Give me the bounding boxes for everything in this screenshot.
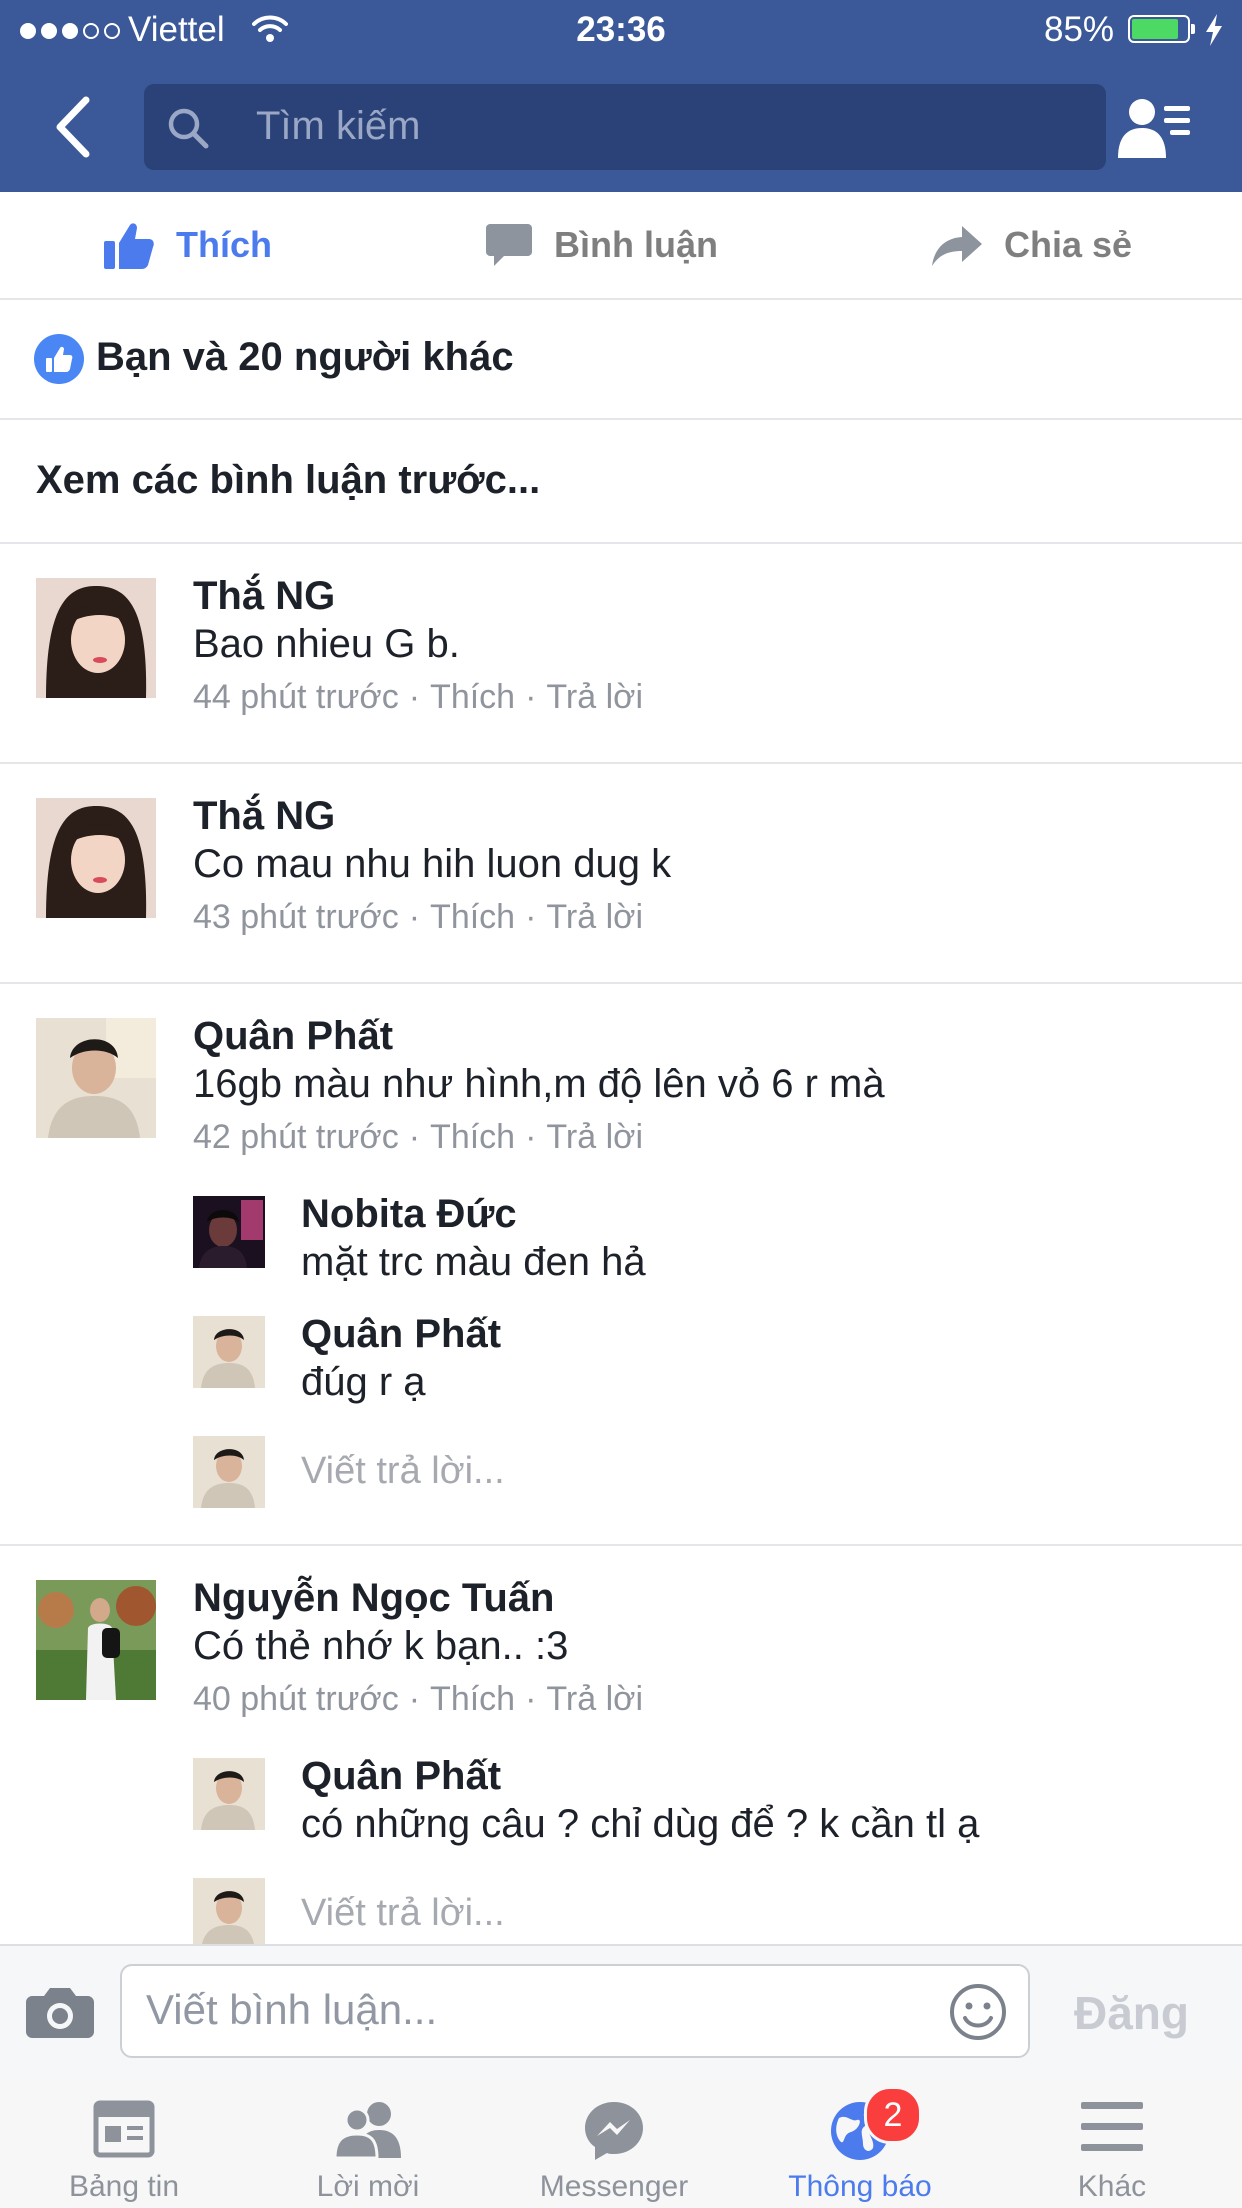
tab-label: Khác bbox=[1077, 2170, 1147, 2203]
post-actions-bar: Thích Bình luận Chia sẻ bbox=[0, 192, 1242, 300]
search-input[interactable]: Tìm kiếm bbox=[144, 84, 1106, 170]
tab-more[interactable]: Khác bbox=[988, 2078, 1236, 2208]
share-label: Chia sẻ bbox=[1004, 224, 1133, 265]
comment-author[interactable]: Thắ NG bbox=[193, 574, 335, 619]
comment-author[interactable]: Thắ NG bbox=[193, 794, 335, 839]
top-header: Viettel 23:36 85% Tìm kiếm bbox=[0, 0, 1242, 192]
comment-like-link[interactable]: Thích bbox=[430, 1680, 515, 1718]
tab-news-feed[interactable]: Bảng tin bbox=[0, 2078, 248, 2208]
comment-label: Bình luận bbox=[554, 224, 718, 265]
comment-meta: 42 phút trước · Thích · Trả lời bbox=[193, 1118, 644, 1156]
avatar[interactable] bbox=[193, 1758, 265, 1830]
comment-reply-link[interactable]: Trả lời bbox=[546, 898, 643, 936]
tab-label: Lời mời bbox=[316, 2170, 420, 2203]
avatar[interactable] bbox=[36, 1580, 156, 1700]
friend-requests-icon bbox=[1118, 99, 1190, 158]
back-button[interactable] bbox=[50, 92, 110, 162]
reply-text: mặt trc màu đen hả bbox=[301, 1240, 646, 1284]
camera-icon bbox=[26, 1988, 94, 2038]
comment-item: Nguyễn Ngọc Tuấn Có thẻ nhớ k bạn.. :3 4… bbox=[0, 1546, 1242, 1944]
comment-time: 40 phút trước bbox=[193, 1680, 399, 1718]
comment-item: Thắ NG Co mau nhu hih luon dug k 43 phút… bbox=[0, 764, 1242, 982]
comment-like-link[interactable]: Thích bbox=[430, 1118, 515, 1156]
battery-percent: 85% bbox=[1044, 10, 1115, 49]
thumbs-up-icon bbox=[104, 223, 154, 269]
tab-bar: Bảng tin Lời mời Messenger 2 Thông báo K… bbox=[0, 2078, 1242, 2208]
globe-notifications-icon bbox=[736, 2100, 984, 2164]
comment-composer: Viết bình luận... Đăng bbox=[0, 1944, 1242, 2080]
reply-author[interactable]: Quân Phất bbox=[301, 1312, 501, 1357]
battery-icon bbox=[1128, 15, 1190, 43]
tab-label: Messenger bbox=[539, 2170, 689, 2203]
comment-time: 43 phút trước bbox=[193, 898, 399, 936]
reply-author[interactable]: Quân Phất bbox=[301, 1754, 501, 1799]
comment-author[interactable]: Quân Phất bbox=[193, 1014, 393, 1059]
comment-author[interactable]: Nguyễn Ngọc Tuấn bbox=[193, 1576, 554, 1621]
comment-reply-link[interactable]: Trả lời bbox=[546, 1680, 643, 1718]
comment-button[interactable]: Bình luận bbox=[486, 192, 718, 298]
comment-time: 44 phút trước bbox=[193, 678, 399, 716]
emoji-button[interactable] bbox=[948, 1982, 1008, 2047]
tab-messenger[interactable]: Messenger bbox=[490, 2078, 738, 2208]
chevron-left-icon bbox=[56, 96, 90, 158]
comment-item: Thắ NG Bao nhieu G b. 44 phút trước · Thíc… bbox=[0, 544, 1242, 762]
avatar[interactable] bbox=[193, 1196, 265, 1268]
write-reply-input[interactable]: Viết trả lời... bbox=[301, 1450, 505, 1493]
news-feed-icon bbox=[0, 2100, 248, 2164]
comment-text: Co mau nhu hih luon dug k bbox=[193, 842, 672, 886]
search-placeholder: Tìm kiếm bbox=[256, 104, 421, 148]
avatar bbox=[193, 1878, 265, 1944]
comment-placeholder: Viết bình luận... bbox=[146, 1986, 438, 2033]
comment-text: Bao nhieu G b. bbox=[193, 622, 460, 666]
comment-text: Có thẻ nhớ k bạn.. :3 bbox=[193, 1624, 569, 1668]
avatar bbox=[193, 1436, 265, 1508]
avatar[interactable] bbox=[36, 798, 156, 918]
avatar[interactable] bbox=[36, 578, 156, 698]
like-button[interactable]: Thích bbox=[104, 192, 272, 298]
friend-requests-icon bbox=[244, 2100, 492, 2164]
comment-reply-link[interactable]: Trả lời bbox=[546, 678, 643, 716]
comment-meta: 44 phút trước · Thích · Trả lời bbox=[193, 678, 644, 716]
comment-like-link[interactable]: Thích bbox=[430, 898, 515, 936]
post-button[interactable]: Đăng bbox=[1074, 1986, 1189, 2040]
comment-input[interactable]: Viết bình luận... bbox=[120, 1964, 1030, 2058]
reply-text: có những câu ? chỉ dùg để ? k cần tl ạ bbox=[301, 1802, 980, 1846]
messenger-icon bbox=[490, 2100, 738, 2164]
tab-label: Bảng tin bbox=[68, 2170, 180, 2203]
search-icon bbox=[166, 106, 210, 155]
comment-text: 16gb màu như hình,m độ lên vỏ 6 r mà bbox=[193, 1062, 885, 1106]
comment-meta: 40 phút trước · Thích · Trả lời bbox=[193, 1680, 644, 1718]
menu-icon bbox=[988, 2100, 1236, 2164]
likes-summary-row[interactable]: Bạn và 20 người khác bbox=[0, 300, 1242, 420]
comment-like-link[interactable]: Thích bbox=[430, 678, 515, 716]
status-bar: Viettel 23:36 85% bbox=[0, 0, 1242, 62]
avatar[interactable] bbox=[36, 1018, 156, 1138]
view-previous-comments-label: Xem các bình luận trước... bbox=[36, 458, 541, 502]
likes-summary-text: Bạn và 20 người khác bbox=[96, 335, 514, 379]
camera-button[interactable] bbox=[26, 1986, 94, 2043]
share-arrow-icon bbox=[932, 226, 982, 266]
tab-notifications[interactable]: 2 Thông báo bbox=[736, 2078, 984, 2208]
tab-label: Thông báo bbox=[788, 2170, 932, 2203]
tab-friend-requests[interactable]: Lời mời bbox=[244, 2078, 492, 2208]
comment-item: Quân Phất 16gb màu như hình,m độ lên vỏ … bbox=[0, 984, 1242, 1544]
write-reply-input[interactable]: Viết trả lời... bbox=[301, 1892, 505, 1935]
view-previous-comments[interactable]: Xem các bình luận trước... bbox=[0, 420, 1242, 544]
avatar[interactable] bbox=[193, 1316, 265, 1388]
battery-tip bbox=[1191, 24, 1195, 34]
notification-badge: 2 bbox=[864, 2086, 922, 2144]
comment-time: 42 phút trước bbox=[193, 1118, 399, 1156]
like-label: Thích bbox=[176, 224, 272, 265]
share-button[interactable]: Chia sẻ bbox=[932, 192, 1132, 298]
charging-bolt-icon bbox=[1204, 14, 1224, 55]
comment-reply-link[interactable]: Trả lời bbox=[546, 1118, 643, 1156]
smiley-icon bbox=[950, 1984, 1006, 2040]
comment-meta: 43 phút trước · Thích · Trả lời bbox=[193, 898, 644, 936]
comment-bubble-icon bbox=[486, 224, 532, 266]
reply-text: đúg r ạ bbox=[301, 1360, 426, 1404]
like-reaction-icon bbox=[34, 334, 84, 384]
friend-list-button[interactable] bbox=[1118, 96, 1198, 162]
reply-author[interactable]: Nobita Đức bbox=[301, 1192, 517, 1237]
